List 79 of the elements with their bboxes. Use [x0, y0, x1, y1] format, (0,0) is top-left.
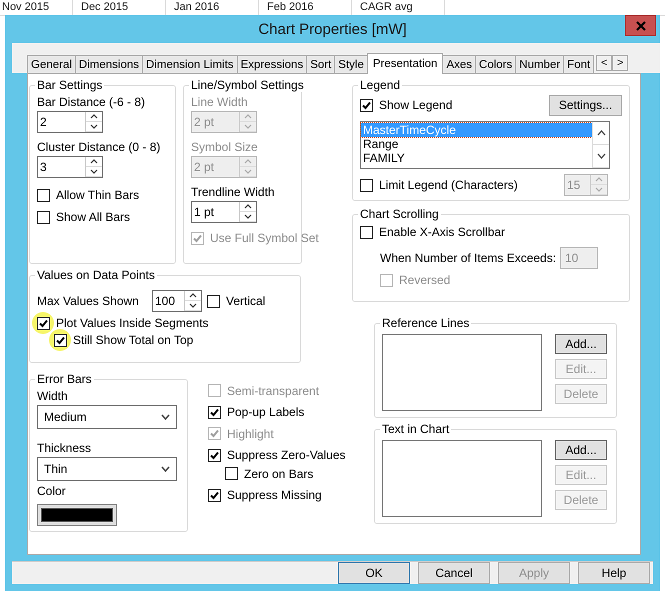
chevron-up-icon: [596, 130, 606, 136]
group-title: Error Bars: [36, 372, 93, 386]
group-title: Chart Scrolling: [359, 207, 440, 221]
checkbox-label: Semi-transparent: [226, 384, 320, 398]
chevron-down-icon: [161, 414, 170, 420]
group-title: Line/Symbol Settings: [190, 78, 305, 92]
tab[interactable]: Dimension Limits: [142, 55, 238, 73]
group-title: Legend: [359, 78, 402, 92]
tab[interactable]: Axes: [442, 55, 476, 73]
list-item[interactable]: Range: [361, 137, 592, 151]
list-box[interactable]: [382, 334, 542, 411]
dropdown[interactable]: Thin: [37, 457, 177, 481]
checkbox-label: Plot Values Inside Segments: [55, 316, 209, 330]
color-picker-button[interactable]: [37, 504, 117, 526]
checkbox[interactable]: [54, 334, 67, 346]
checkbox-label: Limit Legend (Characters): [378, 178, 518, 192]
dialog-button[interactable]: Add...: [555, 334, 607, 354]
checkbox[interactable]: [207, 294, 220, 308]
field-label: Max Values Shown: [37, 294, 140, 308]
tab[interactable]: Colors: [475, 55, 516, 73]
field-label: Bar Distance (-6 - 8): [37, 95, 146, 109]
checkbox-label: Suppress Zero-Values: [226, 448, 346, 462]
checkbox[interactable]: [360, 226, 373, 238]
group-title: Reference Lines: [381, 316, 470, 330]
chevron-down-icon: [161, 466, 170, 472]
checkbox[interactable]: [225, 467, 238, 480]
tab[interactable]: Presentation: [366, 53, 444, 74]
checkbox-label: Still Show Total on Top: [72, 333, 194, 347]
checkbox[interactable]: [360, 98, 373, 112]
list-box[interactable]: [382, 440, 542, 517]
checkbox-label: Use Full Symbol Set: [209, 231, 319, 245]
checkbox-label: Vertical: [225, 294, 266, 308]
tab[interactable]: Style: [334, 55, 368, 73]
checkbox-label: Zero on Bars: [243, 466, 314, 481]
field-label: Thickness: [37, 441, 92, 455]
field-label: Trendline Width: [191, 185, 275, 199]
tab[interactable]: Number: [515, 55, 564, 73]
field-label: When Number of Items Exceeds:: [380, 251, 558, 265]
checkbox[interactable]: [37, 210, 50, 224]
dialog-button[interactable]: Help: [578, 562, 650, 584]
tab-scroll-button[interactable]: <: [596, 55, 612, 71]
tab[interactable]: Sort: [306, 55, 336, 73]
checkbox-label: Highlight: [226, 426, 274, 441]
list-item[interactable]: FAMILY: [361, 151, 592, 165]
checkbox[interactable]: [208, 406, 221, 419]
checkbox-label: Suppress Missing: [226, 488, 322, 502]
checkbox[interactable]: [37, 188, 50, 202]
checkbox[interactable]: [208, 448, 221, 462]
window-title: Chart Properties [mW]: [258, 20, 407, 38]
tab[interactable]: Font: [563, 55, 594, 73]
close-button[interactable]: [625, 15, 656, 36]
checkbox[interactable]: [37, 316, 50, 330]
field-label: Symbol Size: [191, 140, 258, 154]
checkbox[interactable]: [208, 488, 221, 502]
group-title: Values on Data Points: [36, 268, 156, 282]
chevron-down-icon: [596, 153, 606, 159]
group-title: Bar Settings: [36, 78, 104, 92]
checkbox[interactable]: [360, 178, 373, 192]
dialog-button[interactable]: Cancel: [418, 562, 490, 584]
checkbox-label: Pop-up Labels: [226, 405, 304, 420]
field-label: Width: [37, 389, 68, 403]
settings-button[interactable]: Settings...: [549, 94, 622, 116]
dropdown[interactable]: Medium: [37, 405, 177, 429]
close-icon: [636, 20, 646, 30]
tab[interactable]: General: [27, 55, 76, 73]
tab[interactable]: Dimensions: [74, 55, 143, 73]
field-label: Line Width: [191, 95, 248, 109]
tab-scroll-button[interactable]: >: [612, 55, 628, 71]
checkbox-label: Show Legend: [378, 98, 452, 112]
field-label: Color: [37, 484, 66, 498]
dialog-button[interactable]: Add...: [555, 440, 607, 460]
group-title: Text in Chart: [381, 422, 450, 436]
field-label: Cluster Distance (0 - 8): [37, 140, 160, 154]
dialog-button[interactable]: OK: [338, 562, 410, 584]
tab[interactable]: Expressions: [236, 55, 308, 73]
checkbox-label: Enable X-Axis Scrollbar: [378, 225, 506, 239]
checkbox-label: Show All Bars: [55, 210, 130, 224]
checkbox-label: Reversed: [398, 273, 450, 287]
checkbox-label: Allow Thin Bars: [55, 188, 140, 202]
